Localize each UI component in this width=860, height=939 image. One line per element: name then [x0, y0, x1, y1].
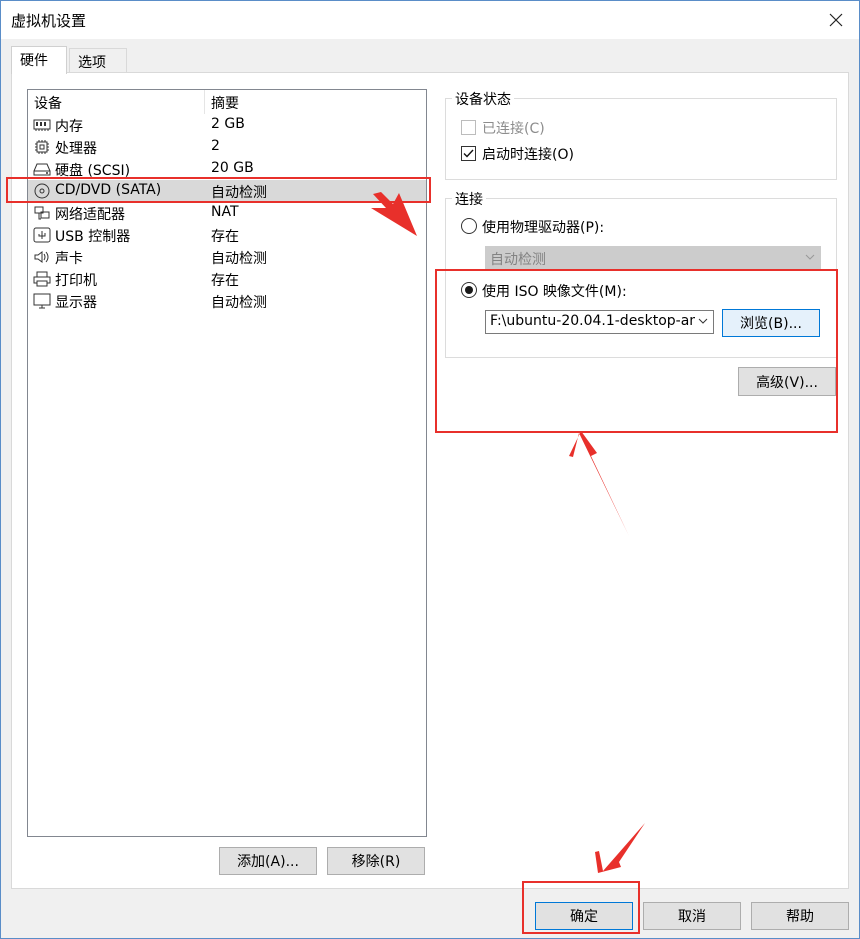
processor-icon	[35, 140, 49, 154]
tab-hardware[interactable]: 硬件	[11, 46, 67, 74]
printer-icon	[33, 271, 51, 287]
device-row-display[interactable]: 显示器 自动检测	[28, 290, 426, 312]
device-name: 内存	[55, 119, 83, 135]
hard-disk-icon	[33, 163, 51, 176]
device-summary: 自动检测	[211, 295, 267, 311]
device-status-group: 设备状态 已连接(C) 启动时连接(O)	[445, 89, 837, 180]
device-row-memory[interactable]: 内存 2 GB	[28, 114, 426, 136]
device-summary: 2 GB	[211, 116, 245, 132]
usb-icon	[33, 227, 51, 243]
speaker-icon	[34, 251, 49, 263]
device-row-printer[interactable]: 打印机 存在	[28, 268, 426, 290]
column-divider[interactable]	[204, 90, 205, 114]
device-summary: 存在	[211, 273, 239, 289]
monitor-icon	[33, 293, 51, 309]
cancel-button[interactable]: 取消	[643, 902, 741, 930]
chevron-down-icon	[805, 254, 815, 260]
device-name: 处理器	[55, 141, 97, 157]
column-header-device[interactable]: 设备	[34, 93, 62, 113]
annotation-box-ok	[522, 881, 640, 934]
physical-drive-select[interactable]: 自动检测	[485, 246, 821, 270]
vm-settings-window: 虚拟机设置 硬件 选项 设备 摘要 内存 2 GB 处理器 2 硬盘 (SCSI…	[0, 0, 860, 939]
physical-drive-radio[interactable]	[461, 218, 477, 234]
device-summary: 20 GB	[211, 160, 254, 176]
physical-drive-value: 自动检测	[490, 252, 546, 268]
connection-title: 连接	[452, 189, 486, 209]
device-name: 声卡	[55, 251, 83, 267]
close-button[interactable]	[813, 1, 859, 39]
device-row-sound-card[interactable]: 声卡 自动检测	[28, 246, 426, 268]
physical-drive-label: 使用物理驱动器(P):	[482, 220, 605, 236]
checkmark-icon	[463, 149, 474, 158]
annotation-box-cd-dvd	[6, 177, 431, 203]
device-summary: 自动检测	[211, 251, 267, 267]
window-title: 虚拟机设置	[11, 12, 87, 30]
close-icon	[829, 13, 843, 27]
device-name: USB 控制器	[55, 229, 131, 245]
device-summary: NAT	[211, 204, 239, 220]
add-device-button[interactable]: 添加(A)...	[219, 847, 317, 875]
tab-options[interactable]: 选项	[69, 48, 127, 73]
device-row-processor[interactable]: 处理器 2	[28, 136, 426, 158]
device-status-title: 设备状态	[452, 89, 514, 109]
connected-checkbox[interactable]	[461, 120, 476, 135]
memory-icon	[33, 119, 51, 131]
device-name: 显示器	[55, 295, 97, 311]
help-button[interactable]: 帮助	[751, 902, 849, 930]
device-name: 网络适配器	[55, 207, 125, 223]
device-name: 打印机	[55, 273, 97, 289]
connect-at-power-on-checkbox[interactable]	[461, 146, 476, 161]
annotation-box-iso	[435, 269, 838, 433]
device-summary: 2	[211, 138, 220, 154]
device-summary: 存在	[211, 229, 239, 245]
connected-label: 已连接(C)	[482, 121, 545, 137]
device-row-network-adapter[interactable]: 网络适配器 NAT	[28, 202, 426, 224]
remove-device-button[interactable]: 移除(R)	[327, 847, 425, 875]
column-header-summary[interactable]: 摘要	[211, 93, 239, 113]
title-bar: 虚拟机设置	[1, 1, 859, 39]
connect-at-power-on-label: 启动时连接(O)	[482, 147, 574, 163]
device-row-usb[interactable]: USB 控制器 存在	[28, 224, 426, 246]
network-adapter-icon	[34, 206, 50, 220]
device-list-header: 设备 摘要	[28, 90, 426, 114]
